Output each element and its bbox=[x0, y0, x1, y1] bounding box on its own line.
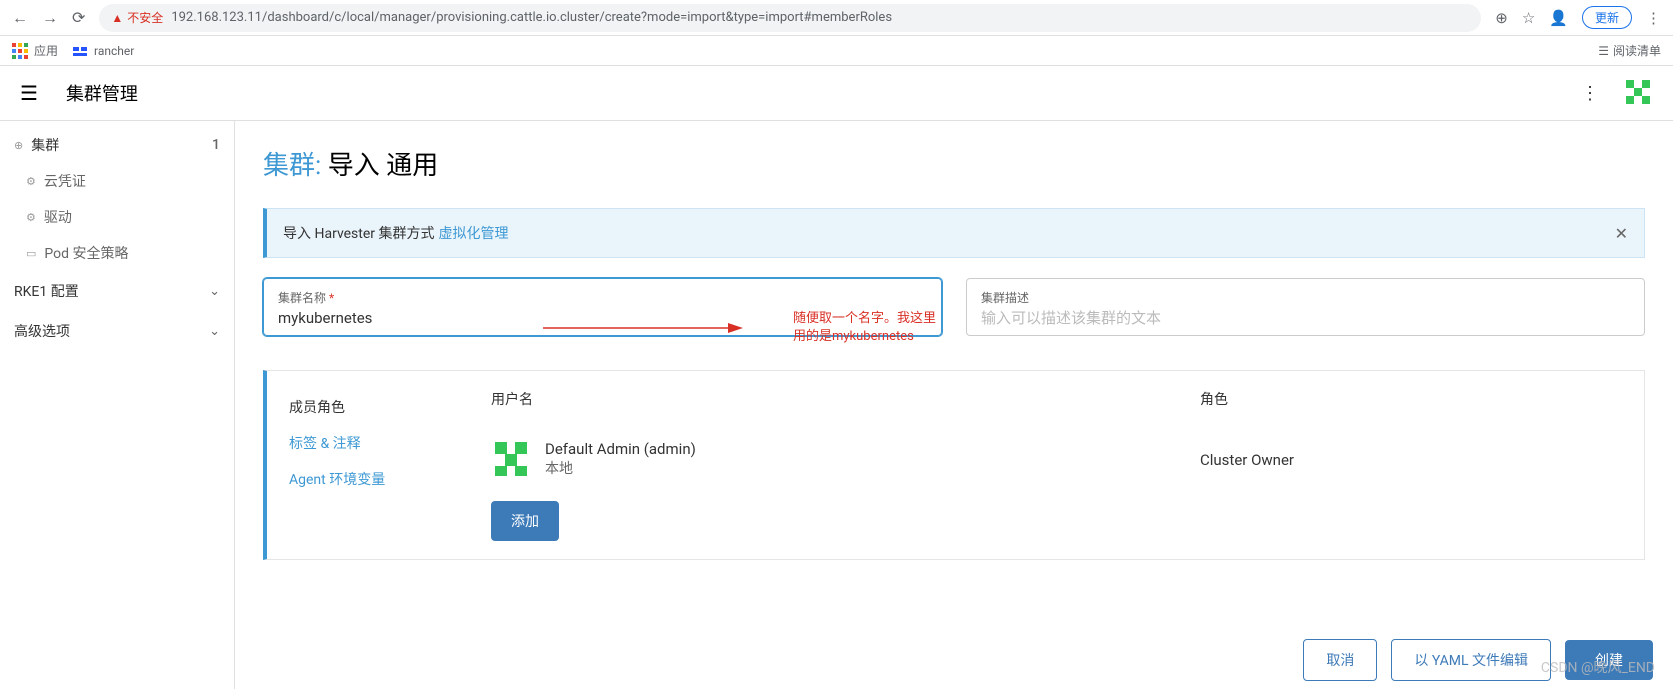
reading-list[interactable]: ☰ 阅读清单 bbox=[1598, 42, 1661, 59]
sidebar-item-label: 集群 bbox=[31, 135, 59, 155]
star-icon[interactable]: ☆ bbox=[1522, 9, 1535, 27]
sidebar-item-cloud-creds[interactable]: ⚙ 云凭证 bbox=[0, 163, 234, 199]
zoom-icon[interactable]: ⊕ bbox=[1495, 9, 1508, 27]
field-label: 集群描述 bbox=[981, 289, 1630, 306]
banner-text: 导入 Harvester 集群方式 bbox=[283, 223, 435, 243]
sidebar-item-label: 高级选项 bbox=[14, 321, 70, 341]
sidebar-item-rke1[interactable]: RKE1 配置 ⌄ bbox=[0, 271, 234, 311]
tab-labels[interactable]: 标签 & 注释 bbox=[267, 425, 467, 461]
close-icon[interactable]: ✕ bbox=[1615, 224, 1628, 243]
back-icon[interactable]: ← bbox=[12, 8, 28, 28]
page-header-title: 集群管理 bbox=[66, 80, 138, 106]
gear-icon: ⚙ bbox=[26, 175, 36, 188]
col-header-user: 用户名 bbox=[491, 389, 1140, 409]
apps-icon bbox=[12, 43, 28, 59]
hamburger-icon[interactable]: ☰ bbox=[20, 81, 38, 105]
address-bar[interactable]: ▲ 不安全 192.168.123.11/dashboard/c/local/m… bbox=[99, 4, 1481, 32]
banner-link[interactable]: 虚拟化管理 bbox=[439, 223, 509, 243]
browser-menu-icon[interactable]: ⋮ bbox=[1646, 9, 1661, 27]
member-sub: 本地 bbox=[545, 458, 696, 478]
rancher-logo bbox=[1623, 78, 1653, 108]
sidebar: ⊕ 集群 1 ⚙ 云凭证 ⚙ 驱动 ▭ Pod 安全策略 RKE1 配置 ⌄ 高… bbox=[0, 121, 235, 689]
url-text: 192.168.123.11/dashboard/c/local/manager… bbox=[171, 10, 892, 25]
chevron-down-icon: ⌄ bbox=[209, 284, 220, 299]
cancel-button[interactable]: 取消 bbox=[1303, 639, 1377, 681]
edit-yaml-button[interactable]: 以 YAML 文件编辑 bbox=[1391, 639, 1551, 681]
kebab-menu-icon[interactable]: ⋮ bbox=[1581, 83, 1599, 104]
chevron-down-icon: ⌄ bbox=[209, 324, 220, 339]
sidebar-item-label: RKE1 配置 bbox=[14, 281, 79, 301]
sidebar-item-clusters[interactable]: ⊕ 集群 1 bbox=[0, 127, 234, 163]
list-icon: ☰ bbox=[1598, 44, 1609, 58]
warning-icon: ▲ bbox=[111, 11, 123, 25]
col-header-role: 角色 bbox=[1200, 389, 1620, 409]
sidebar-item-label: Pod 安全策略 bbox=[44, 243, 128, 263]
sidebar-item-label: 云凭证 bbox=[44, 171, 86, 191]
tab-agent-env[interactable]: Agent 环境变量 bbox=[267, 461, 467, 497]
member-roles-card: 成员角色 标签 & 注释 Agent 环境变量 用户名 角色 Default A… bbox=[263, 370, 1645, 560]
forward-icon[interactable]: → bbox=[42, 8, 58, 28]
cluster-count: 1 bbox=[212, 137, 220, 153]
member-role: Cluster Owner bbox=[1200, 451, 1294, 469]
cluster-desc-field[interactable]: 集群描述 bbox=[966, 278, 1645, 336]
tab-member-roles[interactable]: 成员角色 bbox=[267, 389, 467, 425]
add-member-button[interactable]: 添加 bbox=[491, 501, 559, 541]
info-banner: 导入 Harvester 集群方式 虚拟化管理 ✕ bbox=[263, 208, 1645, 258]
profile-icon[interactable]: 👤 bbox=[1549, 9, 1568, 27]
gear-icon: ⚙ bbox=[26, 211, 36, 224]
reload-icon[interactable]: ⟳ bbox=[72, 8, 85, 27]
avatar bbox=[491, 439, 531, 479]
cluster-desc-input[interactable] bbox=[981, 309, 1630, 327]
sidebar-item-advanced[interactable]: 高级选项 ⌄ bbox=[0, 311, 234, 351]
apps-bookmark[interactable]: 应用 bbox=[12, 42, 58, 59]
rancher-bookmark[interactable]: rancher bbox=[72, 43, 134, 59]
member-row: Default Admin (admin) 本地 Cluster Owner bbox=[491, 439, 1620, 479]
sidebar-item-pod-security[interactable]: ▭ Pod 安全策略 bbox=[0, 235, 234, 271]
not-secure-badge: ▲ 不安全 bbox=[111, 9, 163, 26]
page-title: 集群: 导入 通用 bbox=[263, 145, 1645, 182]
update-button[interactable]: 更新 bbox=[1582, 6, 1632, 29]
sidebar-item-drivers[interactable]: ⚙ 驱动 bbox=[0, 199, 234, 235]
folder-icon: ▭ bbox=[26, 247, 36, 260]
rancher-icon bbox=[72, 43, 88, 59]
cluster-name-input[interactable] bbox=[278, 309, 927, 327]
sidebar-item-label: 驱动 bbox=[44, 207, 72, 227]
globe-icon: ⊕ bbox=[14, 139, 23, 152]
member-name: Default Admin (admin) bbox=[545, 440, 696, 458]
field-label: 集群名称 * bbox=[278, 289, 927, 306]
cluster-name-field[interactable]: 集群名称 * bbox=[263, 278, 942, 336]
create-button[interactable]: 创建 bbox=[1565, 640, 1653, 680]
